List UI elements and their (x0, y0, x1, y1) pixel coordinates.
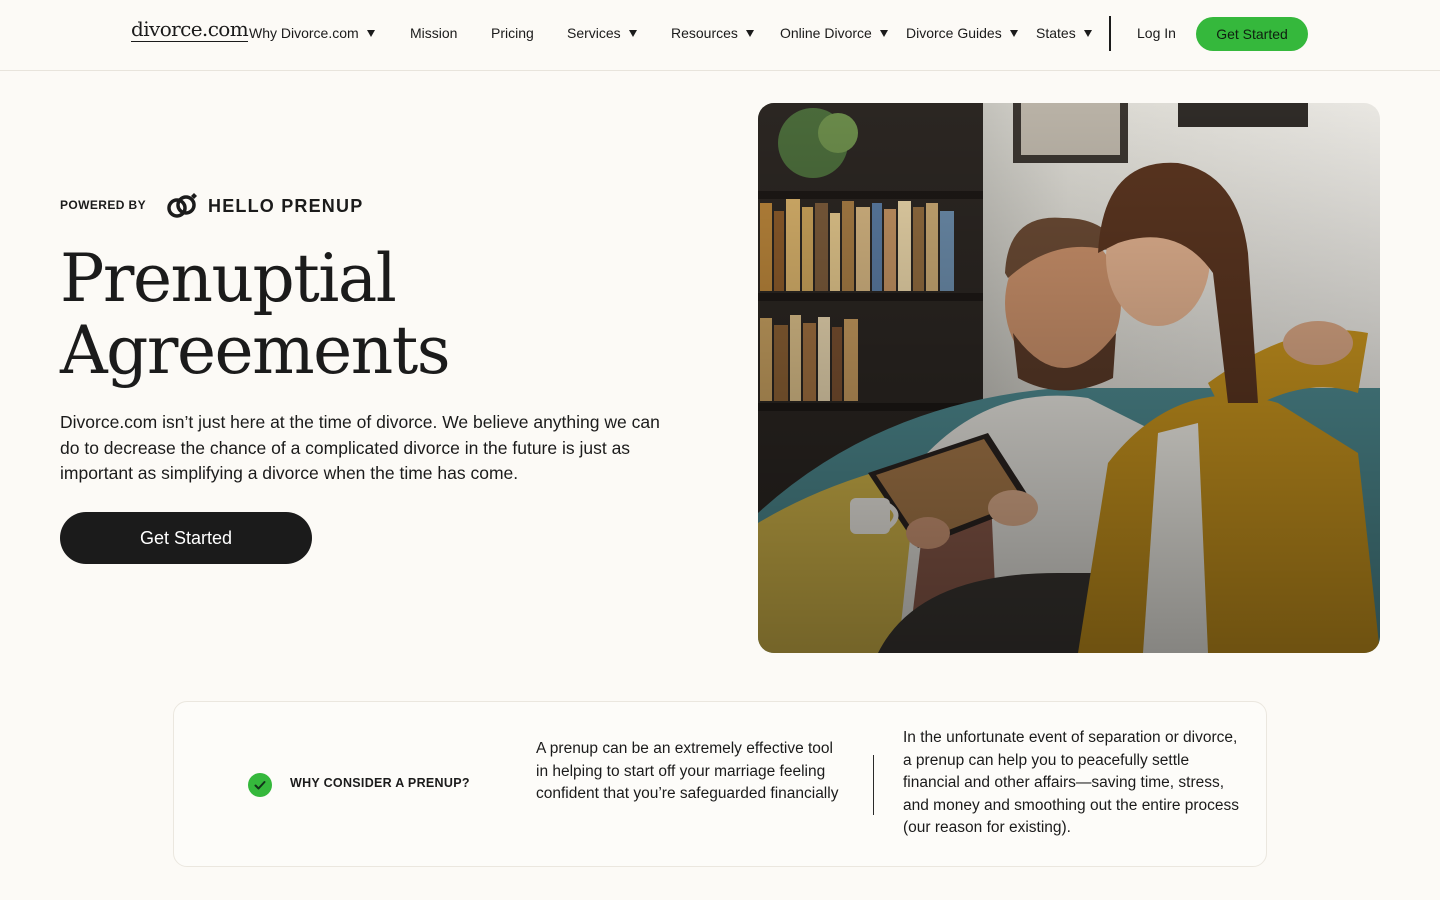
nav-mission[interactable]: Mission (410, 22, 457, 44)
hero-description: Divorce.com isn’t just here at the time … (60, 412, 660, 483)
chevron-down-icon (745, 30, 754, 37)
card-heading: WHY CONSIDER A PRENUP? (290, 776, 470, 790)
nav-item-label: Services (567, 25, 621, 41)
nav-item-label: States (1036, 25, 1076, 41)
check-icon (248, 773, 272, 797)
login-link[interactable]: Log In (1137, 22, 1176, 44)
nav-online-divorce[interactable]: Online Divorce (780, 22, 888, 44)
page-title: Prenuptial Agreements (60, 243, 700, 387)
site-logo[interactable]: divorce.com (131, 18, 249, 42)
nav-item-label: Divorce Guides (906, 25, 1002, 41)
chevron-down-icon (1009, 30, 1018, 37)
chevron-down-icon (1083, 30, 1092, 37)
nav-services[interactable]: Services (567, 22, 637, 44)
nav-divorce-guides[interactable]: Divorce Guides (906, 22, 1018, 44)
chevron-down-icon (628, 30, 637, 37)
nav-resources[interactable]: Resources (671, 22, 754, 44)
chevron-down-icon (366, 30, 375, 37)
nav-item-label: Online Divorce (780, 25, 872, 41)
get-started-hero-button[interactable]: Get Started (60, 512, 312, 564)
partner-name: HELLO PRENUP (208, 195, 364, 216)
card-text-separation: In the unfortunate event of separation o… (903, 729, 1240, 836)
hello-prenup-logo: HELLO PRENUP (166, 191, 363, 221)
nav-why-divorce[interactable]: Why Divorce.com (249, 22, 375, 44)
chevron-down-icon (879, 30, 888, 37)
card-text-benefit: A prenup can be an extremely effective t… (536, 740, 839, 802)
why-prenup-card: WHY CONSIDER A PRENUP? A prenup can be a… (173, 701, 1267, 867)
nav-item-label: Mission (410, 25, 458, 41)
nav-item-label: Resources (671, 25, 738, 41)
card-divider (873, 755, 874, 815)
nav-item-label: Why Divorce.com (249, 25, 359, 41)
nav-divider (1109, 16, 1111, 51)
title-line-1: Prenuptial (60, 240, 397, 317)
get-started-nav-button[interactable]: Get Started (1196, 17, 1308, 51)
top-navigation: divorce.com Why Divorce.com Mission Pric… (0, 0, 1440, 71)
couple-photo-illustration (758, 103, 1380, 653)
hero-photo (758, 103, 1380, 653)
rings-icon (167, 193, 197, 218)
powered-by-label: POWERED BY (60, 198, 147, 212)
title-line-2: Agreements (60, 312, 451, 389)
nav-pricing[interactable]: Pricing (491, 22, 534, 44)
nav-states[interactable]: States (1036, 22, 1092, 44)
nav-item-label: Pricing (491, 25, 534, 41)
